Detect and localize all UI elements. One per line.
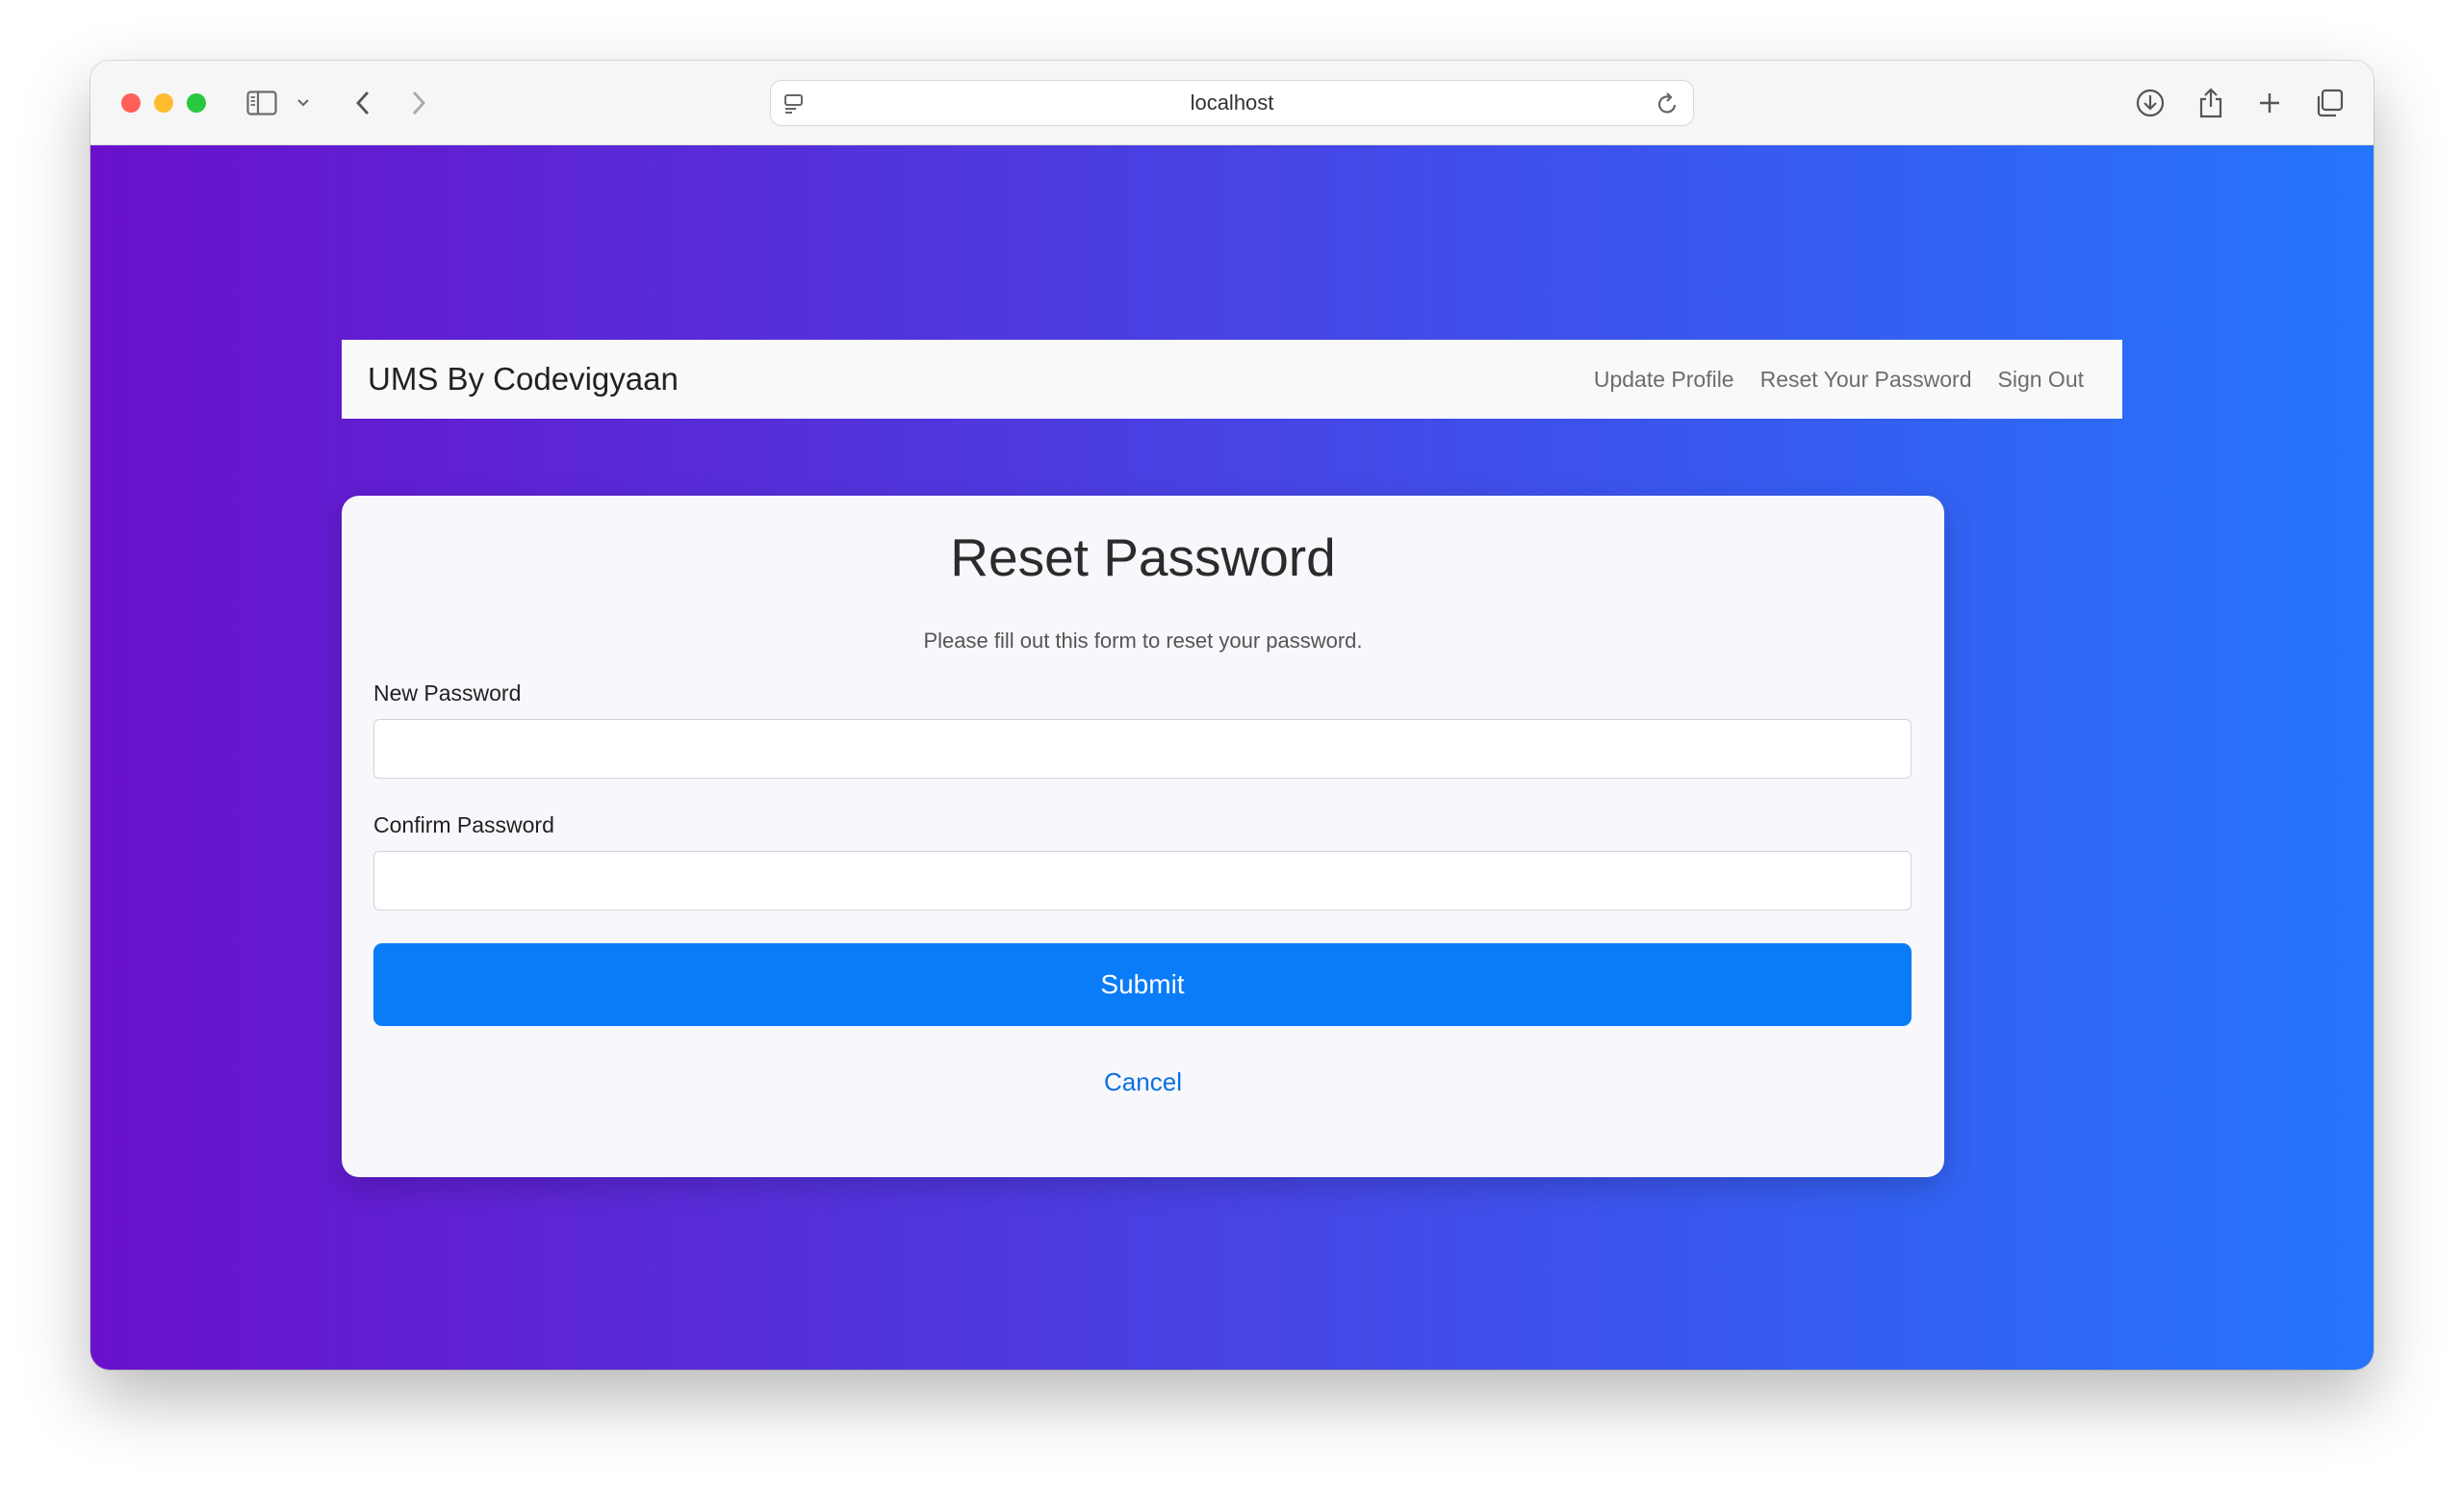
chevron-right-icon[interactable] [404, 84, 433, 122]
url-text[interactable]: localhost [771, 81, 1693, 125]
page-viewport: UMS By Codevigyaan Update Profile Reset … [90, 145, 2374, 1370]
form-instructions: Please fill out this form to reset your … [923, 629, 1363, 653]
close-window-button[interactable] [121, 93, 141, 113]
confirm-password-input[interactable] [373, 851, 1912, 911]
download-icon[interactable] [2131, 84, 2169, 122]
new-password-label: New Password [373, 680, 522, 706]
reset-password-card: Reset Password Please fill out this form… [342, 496, 1944, 1177]
submit-button[interactable]: Submit [373, 943, 1912, 1026]
brand-title[interactable]: UMS By Codevigyaan [368, 340, 679, 419]
nav-link-sign-out[interactable]: Sign Out [1998, 367, 2085, 393]
share-icon[interactable] [2192, 84, 2230, 122]
zoom-window-button[interactable] [187, 93, 206, 113]
new-password-input[interactable] [373, 719, 1912, 779]
address-bar[interactable]: localhost [770, 80, 1694, 126]
browser-window: localhost UMS By Codevigyaan Update Prof… [90, 61, 2374, 1370]
chevron-down-icon[interactable] [294, 84, 313, 122]
sidebar-icon[interactable] [244, 84, 279, 122]
browser-toolbar: localhost [90, 61, 2374, 145]
nav-links: Update Profile Reset Your Password Sign … [1568, 340, 2084, 419]
minimize-window-button[interactable] [154, 93, 173, 113]
plus-icon[interactable] [2250, 84, 2289, 122]
cancel-link[interactable]: Cancel [342, 1067, 1944, 1097]
nav-link-update-profile[interactable]: Update Profile [1594, 367, 1734, 393]
chevron-left-icon[interactable] [348, 84, 377, 122]
nav-link-reset-password[interactable]: Reset Your Password [1760, 367, 1972, 393]
tabs-icon[interactable] [2310, 84, 2348, 122]
reload-icon[interactable] [1656, 91, 1680, 121]
confirm-password-label: Confirm Password [373, 812, 554, 837]
navbar: UMS By Codevigyaan Update Profile Reset … [342, 340, 2122, 419]
page-title: Reset Password [950, 527, 1336, 587]
